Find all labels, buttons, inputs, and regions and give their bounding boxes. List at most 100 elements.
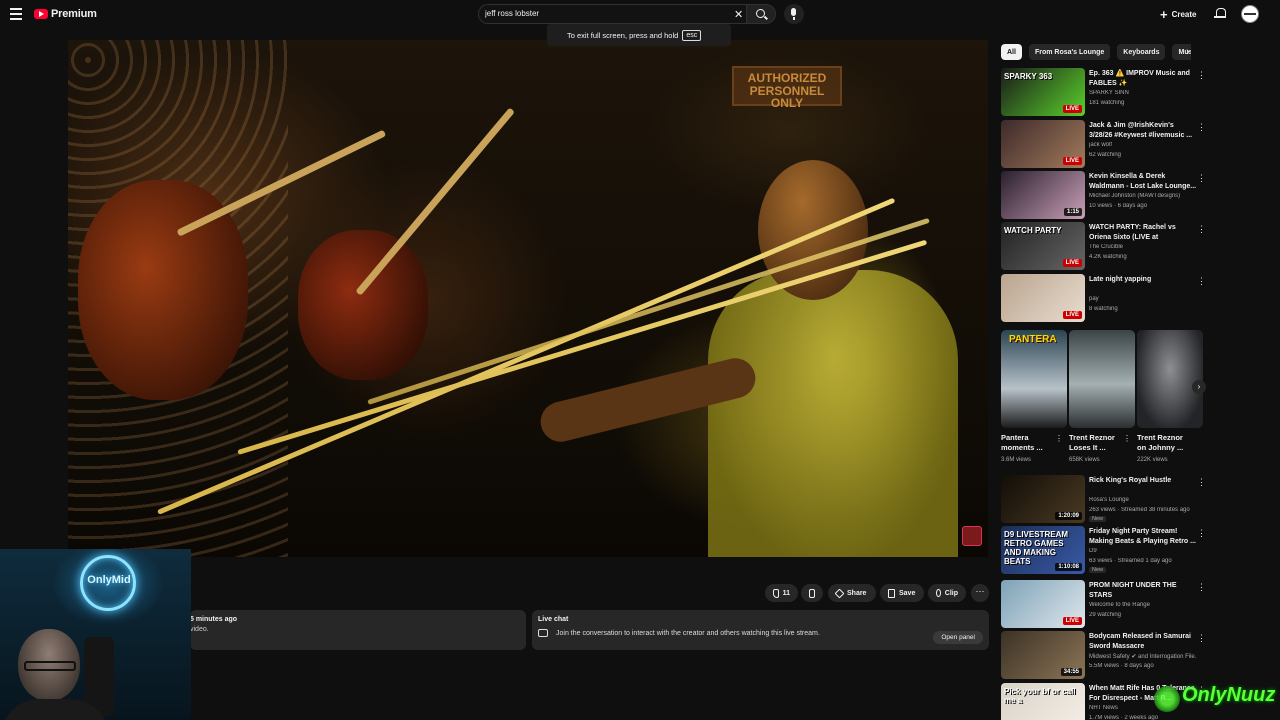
video-menu-icon[interactable]: ⋮ — [1197, 276, 1206, 287]
chip-all[interactable]: All — [1001, 44, 1022, 60]
account-avatar[interactable] — [1241, 5, 1259, 23]
share-button[interactable]: Share — [828, 584, 876, 602]
exit-fullscreen-tooltip: To exit full screen, press and hold esc — [547, 24, 731, 46]
video-title[interactable]: Bodycam Released in Samurai Sword Massac… — [1089, 632, 1197, 652]
video-thumbnail[interactable]: LIVE — [1001, 274, 1085, 322]
filter-chips: All From Rosa's Lounge Keyboards Music — [1001, 44, 1191, 60]
video-title[interactable]: Kevin Kinsella & Derek Waldmann - Lost L… — [1089, 172, 1197, 192]
short-menu-icon[interactable]: ⋮ — [1055, 434, 1063, 443]
recommendation-item[interactable]: LIVE Jack & Jim @IrishKevin's 3/28/26 #Ke… — [1001, 120, 1206, 168]
channel-name[interactable]: Rosa's Lounge — [1089, 497, 1197, 503]
video-thumbnail[interactable]: 1:15 — [1001, 171, 1085, 219]
onlynuuz-logo-icon — [1154, 686, 1180, 712]
chip-keyboards[interactable]: Keyboards — [1117, 44, 1166, 60]
create-label: Create — [1171, 9, 1197, 19]
live-badge: LIVE — [1062, 617, 1082, 625]
recommendation-item[interactable]: LIVE PROM NIGHT UNDER THE STARS Welcome to… — [1001, 580, 1206, 628]
live-badge: LIVE — [1062, 105, 1082, 113]
search-box[interactable]: ✕ — [478, 4, 746, 24]
short-title[interactable]: Trent Reznor Loses It ... — [1069, 433, 1125, 453]
short-thumbnail[interactable] — [1137, 330, 1203, 428]
brand-text: Premium — [51, 8, 97, 20]
video-menu-icon[interactable]: ⋮ — [1197, 528, 1206, 539]
more-actions-icon[interactable]: ⋯ — [971, 584, 989, 602]
video-thumbnail[interactable]: 1:20:09 — [1001, 475, 1085, 523]
recommendation-item[interactable]: LIVE Late night yapping pay 8 watching ⋮ — [1001, 274, 1206, 322]
plus-icon: + — [1160, 6, 1168, 22]
video-title[interactable]: WATCH PARTY: Rachel vs Oriena Sixto (LIV… — [1089, 223, 1197, 243]
duration-badge: 34:55 — [1060, 668, 1082, 676]
recommendation-item[interactable]: 1:20:09 Rick King's Royal Hustle Rosa's Lo… — [1001, 475, 1206, 523]
channel-name[interactable]: pay — [1089, 296, 1197, 302]
recommendation-item[interactable]: 34:55 Bodycam Released in Samurai Sword M… — [1001, 631, 1206, 679]
like-button[interactable]: 11 — [765, 584, 798, 602]
video-meta: 62 watching — [1089, 152, 1122, 158]
chips-next-chevron-icon[interactable]: › — [1186, 46, 1190, 58]
menu-icon[interactable] — [10, 8, 22, 20]
video-title[interactable]: When Matt Rife Has 0 Tolerance For Disre… — [1089, 684, 1197, 704]
video-title[interactable]: Rick King's Royal Hustle — [1089, 476, 1197, 486]
chip-from-rosas-lounge[interactable]: From Rosa's Lounge — [1028, 44, 1111, 60]
like-count: 11 — [782, 589, 790, 597]
short-thumbnail[interactable] — [1069, 330, 1135, 428]
video-title[interactable]: Friday Night Party Stream! Making Beats … — [1089, 527, 1197, 547]
video-menu-icon[interactable]: ⋮ — [1197, 70, 1206, 81]
search-input[interactable] — [485, 9, 725, 18]
short-menu-icon[interactable]: ⋮ — [1123, 434, 1131, 443]
clip-button[interactable]: Clip — [928, 584, 966, 602]
description-box[interactable]: 5 minutes ago video. — [190, 610, 526, 650]
description-meta: 5 minutes ago — [190, 616, 238, 623]
video-thumbnail[interactable]: Pick your bf or call me a — [1001, 683, 1085, 720]
video-thumbnail[interactable]: LIVE — [1001, 580, 1085, 628]
shorts-next-chevron-icon[interactable]: › — [1192, 380, 1206, 394]
voice-search-button[interactable] — [784, 4, 804, 24]
channel-name[interactable]: The Crucible — [1089, 244, 1197, 250]
short-title[interactable]: Trent Reznor on Johnny ... — [1137, 433, 1193, 453]
video-frame-performer — [708, 270, 958, 557]
channel-name[interactable]: NHT News — [1089, 705, 1197, 711]
channel-name[interactable]: D9 — [1089, 548, 1197, 554]
youtube-premium-logo[interactable]: Premium — [34, 8, 97, 20]
video-thumbnail[interactable]: LIVE — [1001, 120, 1085, 168]
video-menu-icon[interactable]: ⋮ — [1197, 477, 1206, 488]
video-meta: 29 watching — [1089, 612, 1122, 618]
new-badge: New — [1089, 567, 1107, 573]
short-thumbnail[interactable]: PANTERA — [1001, 330, 1067, 428]
video-title[interactable]: PROM NIGHT UNDER THE STARS — [1089, 581, 1197, 601]
video-thumbnail[interactable]: 34:55 — [1001, 631, 1085, 679]
dislike-button[interactable] — [801, 584, 823, 602]
channel-name[interactable]: SPARKY SINN — [1089, 90, 1197, 96]
video-title[interactable]: Ep. 363 ⚠️ IMPROV Music and FABLES ✨ — [1089, 69, 1197, 89]
channel-name[interactable]: jack wolf — [1089, 142, 1197, 148]
channel-name[interactable]: Michael Johnston (MAWTdesigns) — [1089, 193, 1197, 199]
video-menu-icon[interactable]: ⋮ — [1197, 224, 1206, 235]
open-panel-button[interactable]: Open panel — [933, 631, 983, 644]
notifications-bell-icon[interactable] — [1214, 7, 1226, 20]
duration-badge: 1:20:09 — [1055, 512, 1082, 520]
video-menu-icon[interactable]: ⋮ — [1197, 173, 1206, 184]
short-title[interactable]: Pantera moments ... — [1001, 433, 1057, 453]
save-button[interactable]: Save — [880, 584, 924, 602]
channel-watermark-icon[interactable] — [962, 526, 982, 546]
recommendation-item[interactable]: D9 LIVESTREAM RETRO GAMES AND MAKING BEA… — [1001, 526, 1206, 574]
create-button[interactable]: + Create — [1160, 6, 1197, 22]
video-menu-icon[interactable]: ⋮ — [1197, 122, 1206, 133]
video-menu-icon[interactable]: ⋮ — [1197, 582, 1206, 593]
video-thumbnail[interactable]: WATCH PARTY LIVE — [1001, 222, 1085, 270]
search-button[interactable] — [746, 4, 776, 24]
video-title[interactable]: Late night yapping — [1089, 275, 1197, 285]
channel-name[interactable]: Welcome to the Range — [1089, 602, 1197, 608]
short-views: 222K views — [1137, 457, 1168, 463]
video-player[interactable]: AUTHORIZED PERSONNEL ONLY — [68, 40, 988, 557]
video-title[interactable]: Jack & Jim @IrishKevin's 3/28/26 #Keywes… — [1089, 121, 1197, 141]
recommendation-item[interactable]: WATCH PARTY LIVE WATCH PARTY: Rachel vs Or… — [1001, 222, 1206, 270]
clear-search-icon[interactable]: ✕ — [734, 8, 743, 21]
video-thumbnail[interactable]: SPARKY 363 LIVE — [1001, 68, 1085, 116]
neon-sign-text: OnlyMid — [87, 574, 131, 586]
video-menu-icon[interactable]: ⋮ — [1197, 633, 1206, 644]
video-thumbnail[interactable]: D9 LIVESTREAM RETRO GAMES AND MAKING BEA… — [1001, 526, 1085, 574]
recommendation-item[interactable]: 1:15 Kevin Kinsella & Derek Waldmann - Lo… — [1001, 171, 1206, 219]
channel-name[interactable]: Midwest Safety ✔ and Interrogation File.… — [1089, 653, 1197, 660]
recommendation-item[interactable]: SPARKY 363 LIVE Ep. 363 ⚠️ IMPROV Music an… — [1001, 68, 1206, 116]
thumbnail-text: Pick your bf or call me a — [1004, 687, 1076, 705]
